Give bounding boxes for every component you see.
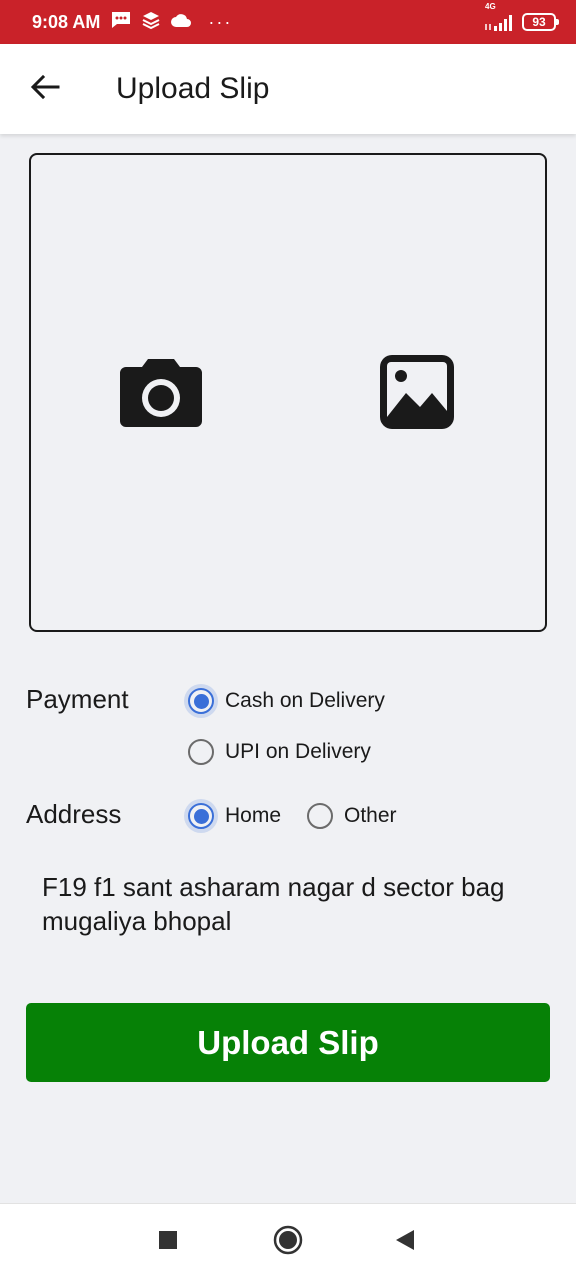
payment-label: Payment — [26, 684, 129, 714]
upload-slip-button[interactable]: Upload Slip — [26, 1003, 550, 1082]
page-title: Upload Slip — [116, 72, 270, 105]
payment-option-label: Cash on Delivery — [225, 689, 385, 712]
payment-option-label: UPI on Delivery — [225, 740, 371, 763]
more-notifications-icon: ··· — [208, 11, 233, 32]
recents-button[interactable] — [148, 1222, 188, 1262]
layers-icon — [142, 11, 160, 34]
triangle-back-icon — [394, 1229, 416, 1256]
address-label: Address — [26, 799, 122, 829]
app-bar: Upload Slip — [0, 44, 576, 134]
status-time: 9:08 AM — [32, 11, 101, 32]
back-button[interactable] — [10, 54, 80, 124]
radio-checked-icon — [188, 803, 214, 829]
address-text: F19 f1 sant asharam nagar d sector bag m… — [42, 872, 505, 936]
address-option-other[interactable]: Other — [307, 803, 397, 829]
status-bar: 9:08 AM ··· 4G 93 — [0, 0, 576, 44]
radio-checked-icon — [188, 688, 214, 714]
payment-option-upi[interactable]: UPI on Delivery — [188, 739, 371, 765]
slip-image-area — [29, 153, 547, 632]
status-right: 4G 93 — [484, 2, 559, 32]
gallery-button[interactable] — [377, 354, 457, 434]
system-nav-bar — [0, 1203, 576, 1280]
radio-unchecked-icon — [307, 803, 333, 829]
image-icon — [380, 354, 454, 434]
address-option-label: Home — [225, 804, 282, 827]
address-option-label: Other — [344, 804, 397, 827]
network-type-label: 4G — [485, 2, 496, 11]
address-option-home[interactable]: Home — [188, 803, 281, 829]
message-icon — [110, 10, 132, 35]
arrow-left-icon — [30, 74, 60, 105]
cloud-icon — [170, 12, 192, 33]
square-icon — [158, 1230, 178, 1255]
nav-back-button[interactable] — [385, 1222, 425, 1262]
battery-icon: 93 — [522, 13, 559, 31]
notification-icons: ··· — [110, 10, 232, 35]
camera-icon — [120, 358, 202, 432]
camera-button[interactable] — [116, 355, 206, 435]
home-button[interactable] — [268, 1222, 308, 1262]
circle-home-icon — [273, 1225, 303, 1260]
signal-icon: 4G — [484, 2, 514, 32]
radio-unchecked-icon — [188, 739, 214, 765]
payment-option-cash[interactable]: Cash on Delivery — [188, 688, 385, 714]
